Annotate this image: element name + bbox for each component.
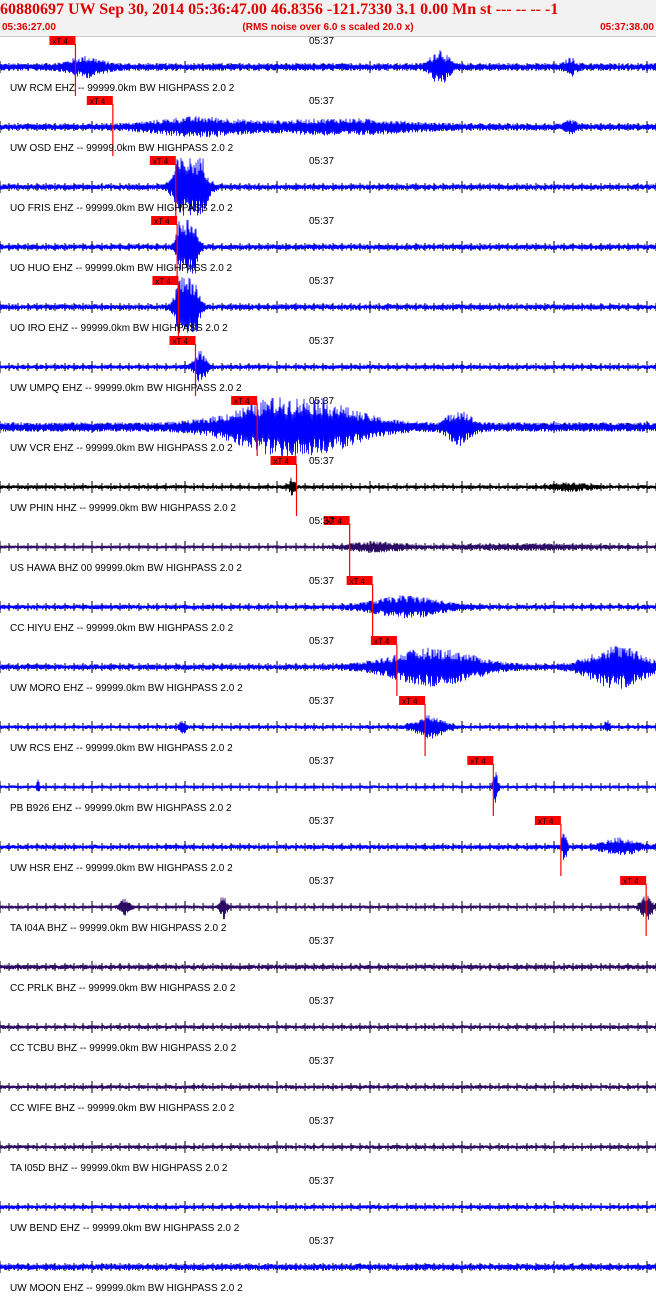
channel-trace: xT 4 05:37 UW MORO EHZ -- 99999.0km BW HIG… [0,636,656,696]
pick-label: xT 4 [90,97,106,106]
time-mark-label: 05:37 [309,1176,335,1187]
event-title: 60880697 UW Sep 30, 2014 05:36:47.00 46.… [0,1,559,18]
time-mark-label: 05:37 [309,996,335,1007]
pick-label: xT 4 [470,757,486,766]
waveform [0,50,656,83]
channel-trace: xT 4 05:37 UW PHIN HHZ -- 99999.0km BW HIG… [0,456,656,516]
station-label: UO FRIS EHZ -- 99999.0km BW HIGHPASS 2.0… [10,203,233,214]
waveform [0,1204,656,1210]
channel-trace: 05:37 CC WIFE BHZ -- 99999.0km BW HIGHPAS… [0,1056,656,1116]
scaling-note: (RMS noise over 6.0 s scaled 20.0 x) [242,22,414,33]
station-label: UW MORO EHZ -- 99999.0km BW HIGHPASS 2.0… [10,683,243,694]
channel-trace: 05:37 TA I05D BHZ -- 99999.0km BW HIGHPAS… [0,1116,656,1176]
channel-trace: xT 4 05:37 CC HIYU EHZ -- 99999.0km BW HIG… [0,576,656,636]
station-label: US HAWA BHZ 00 99999.0km BW HIGHPASS 2.0… [10,563,242,574]
channel-trace: xT 4 05:37 UW VCR EHZ -- 99999.0km BW HIGH… [0,396,656,456]
station-label: CC PRLK BHZ -- 99999.0km BW HIGHPASS 2.0… [10,983,236,994]
waveform [0,350,656,382]
waveform [0,116,656,138]
time-mark-label: 05:37 [309,1116,335,1127]
waveform [0,595,656,619]
waveform [0,477,656,496]
station-label: UW OSD EHZ -- 99999.0km BW HIGHPASS 2.0 … [10,143,234,154]
station-label: CC HIYU EHZ -- 99999.0km BW HIGHPASS 2.0… [10,623,234,634]
waveform [0,1144,656,1150]
waveform [0,772,656,803]
channel-trace: xT 4 05:37 UW RCM EHZ -- 99999.0km BW HIGH… [0,36,656,96]
station-label: UW MOON EHZ -- 99999.0km BW HIGHPASS 2.0… [10,1283,243,1294]
channel-trace: xT 4 05:37 UO HUO EHZ -- 99999.0km BW HIGH… [0,216,656,276]
waveform [0,833,656,860]
time-mark-label: 05:37 [309,216,335,227]
channel-trace: xT 4 05:37 US HAWA BHZ 00 99999.0km BW HIG… [0,516,656,576]
pick-label: xT 4 [172,337,188,346]
time-mark-label: 05:37 [309,756,335,767]
station-label: UW UMPQ EHZ -- 99999.0km BW HIGHPASS 2.0… [10,383,242,394]
waveform [0,1024,656,1030]
channel-trace: xT 4 05:37 TA I04A BHZ -- 99999.0km BW HIG… [0,876,656,936]
pick-label: xT 4 [52,37,68,46]
pick-label: xT 4 [234,397,250,406]
time-mark-label: 05:37 [309,576,335,587]
pick-label: xT 4 [155,277,171,286]
channel-trace: 05:37 CC PRLK BHZ -- 99999.0km BW HIGHPAS… [0,936,656,996]
time-mark-label: 05:37 [309,516,335,527]
station-label: UW BEND EHZ -- 99999.0km BW HIGHPASS 2.0… [10,1223,240,1234]
pick-label: xT 4 [350,577,366,586]
pick-label: xT 4 [623,877,639,886]
station-label: UW RCS EHZ -- 99999.0km BW HIGHPASS 2.0 … [10,743,233,754]
time-mark-label: 05:37 [309,636,335,647]
time-mark-label: 05:37 [309,156,335,167]
waveform [0,895,656,920]
seismogram-panel: xT 4 05:37 UW RCM EHZ -- 99999.0km BW HIGH… [0,36,656,1298]
pick-label: xT 4 [402,697,418,706]
time-mark-label: 05:37 [309,696,335,707]
pick-label: xT 4 [374,637,390,646]
end-time: 05:37:38.00 [600,22,654,33]
plot-header: 60880697 UW Sep 30, 2014 05:36:47.00 46.… [0,0,656,37]
station-label: UW RCM EHZ -- 99999.0km BW HIGHPASS 2.0 … [10,83,235,94]
station-label: UW PHIN HHZ -- 99999.0km BW HIGHPASS 2.0… [10,503,236,514]
time-mark-label: 05:37 [309,816,335,827]
time-mark-label: 05:37 [309,1236,335,1247]
channel-trace: xT 4 05:37 UO FRIS EHZ -- 99999.0km BW HIG… [0,156,656,216]
channel-trace: xT 4 05:37 UW OSD EHZ -- 99999.0km BW HIGH… [0,96,656,156]
channel-trace: xT 4 05:37 UW UMPQ EHZ -- 99999.0km BW HIG… [0,336,656,396]
channel-trace: 05:37 CC TCBU BHZ -- 99999.0km BW HIGHPAS… [0,996,656,1056]
station-label: CC WIFE BHZ -- 99999.0km BW HIGHPASS 2.0… [10,1103,235,1114]
time-mark-label: 05:37 [309,36,335,47]
waveform [0,1084,656,1090]
station-label: UW VCR EHZ -- 99999.0km BW HIGHPASS 2.0 … [10,443,233,454]
channel-trace: 05:37 UW MOON EHZ -- 99999.0km BW HIGHPAS… [0,1236,656,1296]
channel-trace: xT 4 05:37 UW RCS EHZ -- 99999.0km BW HIGH… [0,696,656,756]
time-mark-label: 05:37 [309,96,335,107]
station-label: TA I05D BHZ -- 99999.0km BW HIGHPASS 2.0… [10,1163,228,1174]
time-mark-label: 05:37 [309,876,335,887]
time-mark-label: 05:37 [309,336,335,347]
pick-label: xT 4 [153,157,169,166]
pick-label: xT 4 [538,817,554,826]
station-label: PB B926 EHZ -- 99999.0km BW HIGHPASS 2.0… [10,803,232,814]
waveform [0,1263,656,1271]
pick-label: xT 4 [274,457,290,466]
time-mark-label: 05:37 [309,396,335,407]
station-label: UW HSR EHZ -- 99999.0km BW HIGHPASS 2.0 … [10,863,233,874]
channel-trace: xT 4 05:37 UO IRO EHZ -- 99999.0km BW HIGH… [0,276,656,336]
waveform [0,964,656,970]
station-label: UO IRO EHZ -- 99999.0km BW HIGHPASS 2.0 … [10,323,228,334]
channel-trace: xT 4 05:37 UW HSR EHZ -- 99999.0km BW HIGH… [0,816,656,876]
station-label: UO HUO EHZ -- 99999.0km BW HIGHPASS 2.0 … [10,263,233,274]
waveform [0,715,656,739]
station-label: CC TCBU BHZ -- 99999.0km BW HIGHPASS 2.0… [10,1043,237,1054]
channel-trace: xT 4 05:37 PB B926 EHZ -- 99999.0km BW HIG… [0,756,656,816]
pick-label: xT 4 [154,217,170,226]
time-mark-label: 05:37 [309,456,335,467]
time-mark-label: 05:37 [309,276,335,287]
channel-trace: 05:37 UW BEND EHZ -- 99999.0km BW HIGHPAS… [0,1176,656,1236]
station-label: TA I04A BHZ -- 99999.0km BW HIGHPASS 2.0… [10,923,227,934]
waveform [0,541,656,553]
time-mark-label: 05:37 [309,1056,335,1067]
time-mark-label: 05:37 [309,936,335,947]
